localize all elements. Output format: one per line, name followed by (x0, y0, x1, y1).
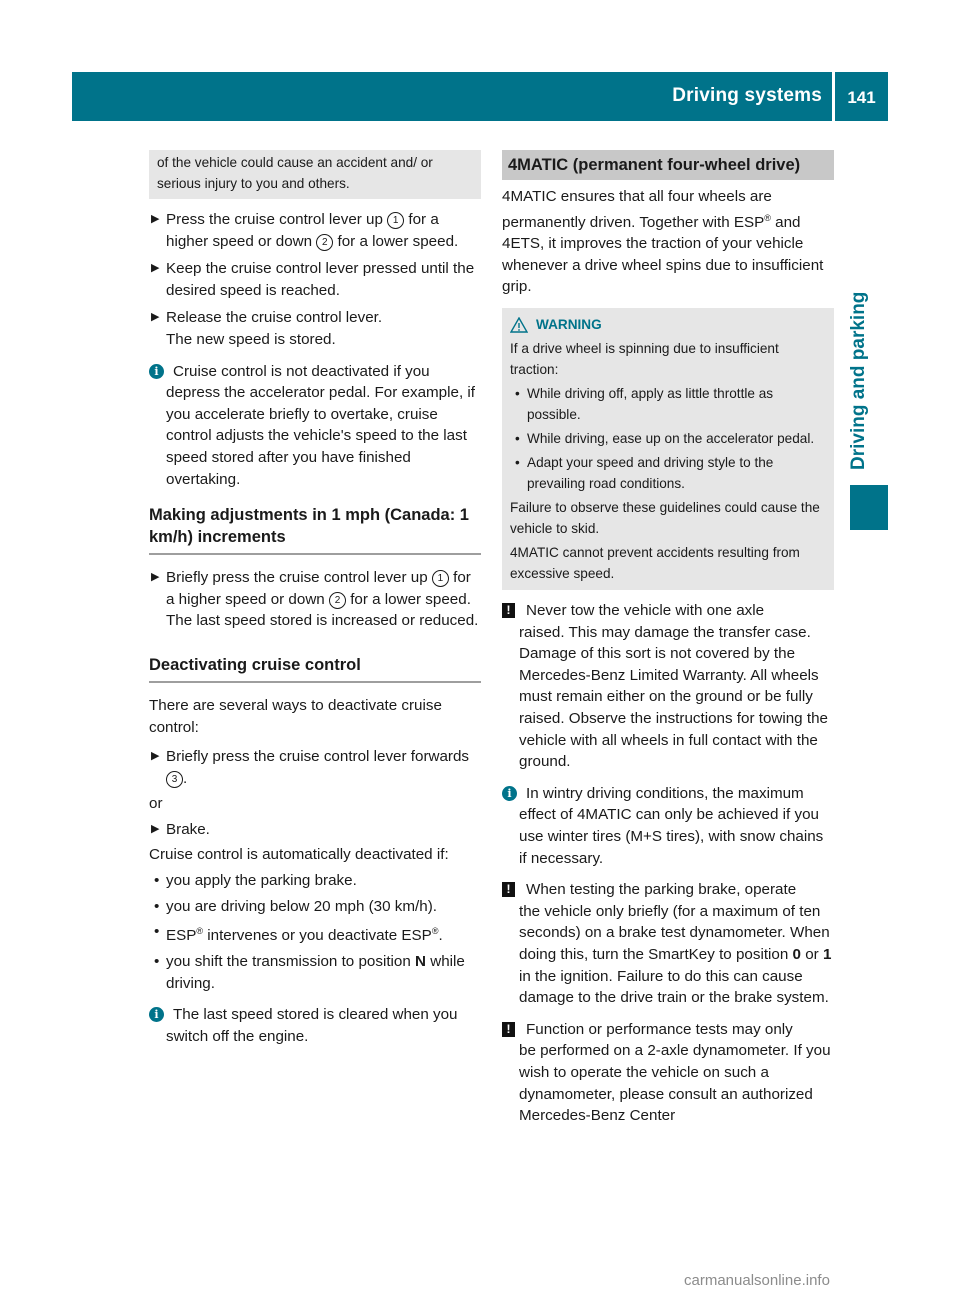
bullet-item: • you shift the transmission to position… (154, 952, 465, 992)
warning-continuation: of the vehicle could cause an accident a… (149, 150, 481, 199)
bullet-icon: • (154, 897, 160, 915)
section-title: Driving systems (672, 85, 822, 106)
bullet-icon: • (515, 455, 520, 471)
info-note: i In wintry driving conditions, the maxi… (502, 783, 834, 869)
callout-1-icon: 1 (387, 212, 405, 229)
bullet-item: • you apply the parking brake. (149, 870, 481, 892)
right-column: 4MATIC (permanent four-wheel drive) 4MAT… (502, 150, 834, 1127)
step-item: ▶ Keep the cruise control lever pressed … (151, 260, 475, 299)
caution-note: ! Never tow the vehicle with one axle ra… (502, 600, 834, 773)
step-arrow-icon: ▶ (151, 262, 160, 275)
warning-triangle-icon (510, 316, 528, 333)
exclamation-icon: ! (502, 882, 515, 898)
info-note: i The last speed stored is cleared when … (149, 1004, 481, 1047)
or-text: or (149, 795, 163, 813)
info-icon: i (149, 363, 164, 379)
step-arrow-icon: ▶ (151, 571, 160, 584)
subheading-deactivating: Deactivating cruise control (149, 654, 481, 683)
step-item: ▶ Release the cruise control lever. The … (151, 309, 383, 348)
callout-1-icon: 1 (431, 570, 449, 588)
callout-3-icon: 3 (166, 770, 183, 788)
bullet-item: • While driving, ease up on the accelera… (510, 428, 826, 449)
paragraph: There are several ways to deactivate cru… (149, 696, 442, 736)
step-item: ▶ Briefly press the cruise control lever… (151, 569, 479, 630)
page-number: 141 (835, 72, 888, 121)
step-arrow-icon: ▶ (151, 213, 160, 225)
info-icon: i (149, 1007, 164, 1023)
callout-2-icon: 2 (316, 233, 334, 251)
step-item: ▶ Brake. (149, 819, 481, 841)
left-column: of the vehicle could cause an accident a… (149, 150, 481, 1047)
chapter-tab-marker (850, 485, 888, 530)
bullet-item: • ESP® intervenes or you deactivate ESP®… (154, 923, 443, 945)
warning-box: WARNING If a drive wheel is spinning due… (502, 308, 834, 591)
section-heading-4matic: 4MATIC (permanent four-wheel drive) (502, 150, 834, 180)
subheading-adjustments: Making adjustments in 1 mph (Canada: 1 k… (149, 504, 481, 556)
bullet-icon: • (154, 923, 160, 941)
exclamation-icon: ! (502, 1021, 515, 1037)
watermark: carmanualsonline.info (684, 1272, 830, 1289)
bullet-icon: • (515, 386, 520, 402)
info-icon: i (502, 785, 517, 801)
paragraph: 4MATIC ensures that all four wheels are … (502, 188, 824, 296)
step-arrow-icon: ▶ (151, 750, 160, 763)
step-item: ▶ Press the cruise control lever up 1 fo… (151, 211, 459, 251)
bullet-item: • While driving off, apply as little thr… (510, 383, 826, 425)
bullet-item: • you are driving below 20 mph (30 km/h)… (149, 896, 481, 918)
chapter-tab-label: Driving and parking (848, 291, 869, 470)
paragraph: Cruise control is automatically deactiva… (149, 846, 449, 864)
step-item: ▶ Briefly press the cruise control lever… (151, 748, 470, 788)
bullet-icon: • (515, 431, 520, 447)
bullet-icon: • (154, 872, 160, 890)
callout-2-icon: 2 (328, 591, 346, 609)
warning-title: WARNING (510, 314, 826, 335)
bullet-icon: • (154, 952, 160, 970)
caution-note: ! Function or performance tests may only… (502, 1019, 834, 1127)
exclamation-icon: ! (502, 603, 515, 619)
step-arrow-icon: ▶ (151, 311, 160, 324)
bullet-item: • Adapt your speed and driving style to … (510, 452, 826, 494)
caution-note: ! When testing the parking brake, operat… (502, 879, 834, 1009)
header-bar: Driving systems (72, 72, 832, 121)
step-arrow-icon: ▶ (151, 822, 160, 835)
info-note: i Cruise control is not deactivated if y… (149, 361, 481, 491)
